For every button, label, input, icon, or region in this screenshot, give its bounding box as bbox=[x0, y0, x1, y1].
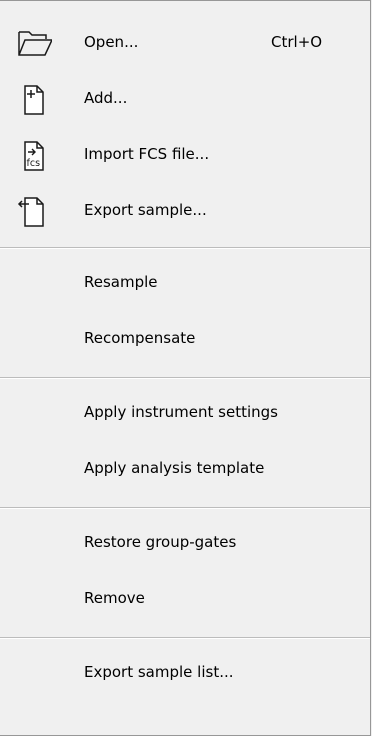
menu-item-resample[interactable]: Resample bbox=[0, 255, 370, 311]
folder-open-icon bbox=[18, 31, 52, 56]
menu-item-remove[interactable]: Remove bbox=[0, 571, 370, 627]
menu-item-apply-instrument-settings[interactable]: Apply instrument settings bbox=[0, 385, 370, 441]
menu-item-add[interactable]: Add... bbox=[0, 71, 370, 127]
fcs-icon-text: fcs bbox=[27, 158, 41, 169]
menu-separator bbox=[0, 507, 370, 509]
menu-item-label: Add... bbox=[84, 89, 128, 107]
context-menu: Open... Ctrl+O Add... fcs Import FCS fil… bbox=[0, 0, 371, 736]
menu-item-label: Import FCS file... bbox=[84, 145, 210, 163]
menu-item-label: Apply instrument settings bbox=[84, 403, 278, 421]
menu-item-label: Restore group-gates bbox=[84, 533, 237, 551]
add-document-icon bbox=[24, 85, 44, 115]
menu-item-apply-analysis-template[interactable]: Apply analysis template bbox=[0, 441, 370, 497]
menu-item-export-sample-list[interactable]: Export sample list... bbox=[0, 645, 370, 701]
export-document-icon bbox=[17, 197, 44, 227]
menu-item-recompensate[interactable]: Recompensate bbox=[0, 311, 370, 367]
menu-item-label: Export sample list... bbox=[84, 663, 234, 681]
menu-item-import-fcs[interactable]: fcs Import FCS file... bbox=[0, 127, 370, 183]
menu-item-label: Export sample... bbox=[84, 201, 207, 219]
menu-separator bbox=[0, 637, 370, 639]
menu-item-shortcut: Ctrl+O bbox=[271, 33, 323, 51]
menu-separator bbox=[0, 247, 370, 249]
menu-item-label: Resample bbox=[84, 273, 158, 291]
import-fcs-icon: fcs bbox=[24, 141, 44, 171]
menu-separator bbox=[0, 377, 370, 379]
menu-item-restore-group-gates[interactable]: Restore group-gates bbox=[0, 515, 370, 571]
menu-item-label: Recompensate bbox=[84, 329, 196, 347]
menu-item-label: Open... bbox=[84, 33, 139, 51]
menu-item-open[interactable]: Open... Ctrl+O bbox=[0, 15, 370, 71]
menu-item-label: Remove bbox=[84, 589, 145, 607]
menu-item-label: Apply analysis template bbox=[84, 459, 265, 477]
menu-item-export-sample[interactable]: Export sample... bbox=[0, 183, 370, 239]
